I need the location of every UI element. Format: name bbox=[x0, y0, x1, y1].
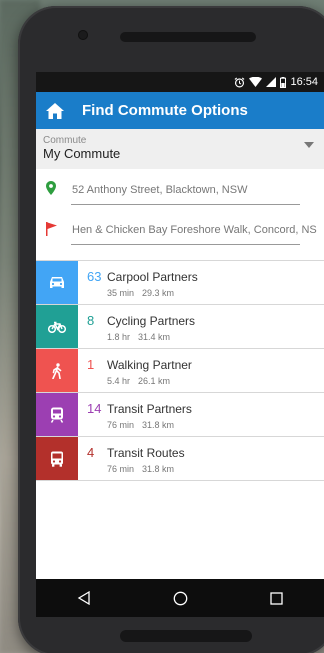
option-walking[interactable]: 1 Walking Partner 5.4 hr 26.1 km bbox=[36, 349, 324, 393]
home-icon[interactable] bbox=[46, 102, 64, 119]
walking-tile bbox=[36, 349, 78, 392]
option-name: Walking Partner bbox=[107, 358, 192, 372]
option-transit-partners[interactable]: 14 Transit Partners 76 min 31.8 km bbox=[36, 393, 324, 437]
train-icon bbox=[50, 407, 64, 423]
flag-icon bbox=[46, 222, 57, 236]
commute-dropdown[interactable]: Commute My Commute bbox=[36, 129, 324, 169]
phone-screen: 16:54 Find Commute Options Commute My Co… bbox=[36, 72, 324, 617]
option-distance: 29.3 km bbox=[142, 288, 175, 298]
option-name: Transit Partners bbox=[107, 402, 192, 416]
android-nav-bar bbox=[36, 579, 324, 617]
commute-value: My Commute bbox=[43, 146, 121, 161]
transit-routes-tile bbox=[36, 437, 78, 480]
option-name: Carpool Partners bbox=[107, 270, 198, 284]
dropdown-arrow-icon[interactable] bbox=[304, 142, 314, 148]
bicycle-icon bbox=[48, 321, 66, 333]
option-body: 14 Transit Partners 76 min 31.8 km bbox=[78, 393, 192, 436]
back-icon[interactable] bbox=[77, 591, 91, 605]
wifi-icon bbox=[249, 77, 263, 87]
bottom-speaker bbox=[120, 630, 252, 642]
option-distance: 31.8 km bbox=[142, 420, 175, 430]
option-time: 35 min bbox=[107, 288, 135, 298]
option-body: 4 Transit Routes 76 min 31.8 km bbox=[78, 437, 185, 480]
status-time: 16:54 bbox=[290, 76, 318, 88]
origin-address: 52 Anthony Street, Blacktown, NSW bbox=[72, 184, 248, 196]
option-time: 5.4 hr bbox=[107, 376, 131, 386]
destination-underline bbox=[71, 244, 300, 245]
option-body: 1 Walking Partner 5.4 hr 26.1 km bbox=[78, 349, 192, 392]
cycling-tile bbox=[36, 305, 78, 348]
option-transit-routes[interactable]: 4 Transit Routes 76 min 31.8 km bbox=[36, 437, 324, 481]
app-bar: Find Commute Options bbox=[36, 92, 324, 129]
front-camera bbox=[78, 30, 88, 40]
option-name: Cycling Partners bbox=[107, 314, 196, 328]
option-time: 76 min bbox=[107, 420, 135, 430]
option-distance: 31.8 km bbox=[142, 464, 175, 474]
app-title: Find Commute Options bbox=[82, 102, 248, 119]
option-count: 8 bbox=[87, 313, 95, 328]
origin-field[interactable]: 52 Anthony Street, Blacktown, NSW bbox=[36, 173, 324, 209]
earpiece-speaker bbox=[120, 32, 256, 42]
option-count: 63 bbox=[87, 269, 102, 284]
option-count: 14 bbox=[87, 401, 102, 416]
walking-icon bbox=[52, 362, 62, 379]
option-distance: 26.1 km bbox=[138, 376, 171, 386]
alarm-icon bbox=[235, 76, 245, 87]
option-distance: 31.4 km bbox=[138, 332, 171, 342]
signal-icon bbox=[266, 77, 277, 87]
car-icon bbox=[50, 277, 64, 288]
option-carpool[interactable]: 63 Carpool Partners 35 min 29.3 km bbox=[36, 261, 324, 305]
recents-icon[interactable] bbox=[270, 591, 283, 605]
commute-options-list: 63 Carpool Partners 35 min 29.3 km 8 Cyc… bbox=[36, 260, 324, 481]
option-body: 8 Cycling Partners 1.8 hr 31.4 km bbox=[78, 305, 195, 348]
option-body: 63 Carpool Partners 35 min 29.3 km bbox=[78, 261, 198, 304]
carpool-tile bbox=[36, 261, 78, 304]
commute-label: Commute bbox=[43, 135, 87, 146]
option-cycling[interactable]: 8 Cycling Partners 1.8 hr 31.4 km bbox=[36, 305, 324, 349]
destination-address: Hen & Chicken Bay Foreshore Walk, Concor… bbox=[72, 224, 317, 236]
transit-partners-tile bbox=[36, 393, 78, 436]
map-pin-icon bbox=[46, 181, 56, 195]
option-time: 1.8 hr bbox=[107, 332, 131, 342]
option-count: 4 bbox=[87, 445, 95, 460]
destination-field[interactable]: Hen & Chicken Bay Foreshore Walk, Concor… bbox=[36, 213, 324, 249]
battery-icon bbox=[280, 76, 287, 88]
status-bar: 16:54 bbox=[36, 72, 324, 92]
option-time: 76 min bbox=[107, 464, 135, 474]
bus-icon bbox=[51, 451, 63, 467]
option-count: 1 bbox=[87, 357, 95, 372]
origin-underline bbox=[71, 204, 300, 205]
option-name: Transit Routes bbox=[107, 446, 185, 460]
home-circle-icon[interactable] bbox=[173, 591, 188, 606]
